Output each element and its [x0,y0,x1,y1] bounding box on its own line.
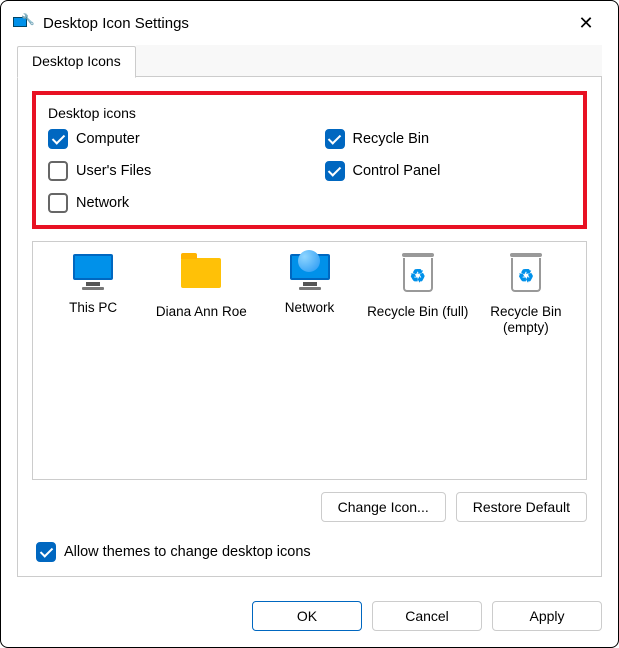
check-users-files[interactable]: User's Files [48,161,295,181]
allow-themes-checkbox[interactable]: Allow themes to change desktop icons [32,542,587,562]
tab-desktop-icons[interactable]: Desktop Icons [17,46,136,78]
tab-panel: Desktop icons Computer Recycle Bin User'… [17,77,602,577]
recycle-bin-empty-icon: ♻ [502,258,550,298]
change-icon-button[interactable]: Change Icon... [321,492,446,522]
checkbox-label: Network [76,195,129,211]
icon-item-recycle-empty[interactable]: ♻ Recycle Bin (empty) [474,254,578,467]
cancel-button[interactable]: Cancel [372,601,482,631]
icon-label: Recycle Bin (empty) [474,304,578,336]
icon-item-this-pc[interactable]: This PC [41,254,145,467]
app-icon: 🔧 [13,13,33,33]
icon-item-recycle-full[interactable]: ♻ Recycle Bin (full) [366,254,470,467]
check-control-panel[interactable]: Control Panel [325,161,572,181]
checkbox-label: Control Panel [353,163,441,179]
close-button[interactable]: ✕ [566,7,606,39]
icon-preview-well: This PC Diana Ann Roe Network ♻ Recycle … [32,241,587,480]
check-computer[interactable]: Computer [48,129,295,149]
desktop-icons-group: Desktop icons Computer Recycle Bin User'… [32,91,587,229]
restore-default-button[interactable]: Restore Default [456,492,587,522]
icon-buttons-row: Change Icon... Restore Default [32,492,587,522]
close-icon: ✕ [578,13,593,34]
folder-icon [177,258,225,298]
dialog-footer: OK Cancel Apply [1,587,618,647]
checkbox-label: User's Files [76,163,151,179]
icon-label: Network [257,300,361,316]
checkbox-icon [48,193,68,213]
icon-item-user-folder[interactable]: Diana Ann Roe [149,254,253,467]
icon-label: Recycle Bin (full) [366,304,470,320]
tabstrip: Desktop Icons [17,45,602,77]
checkbox-icon [48,161,68,181]
checkbox-label: Allow themes to change desktop icons [64,544,311,560]
content-area: Desktop Icons Desktop icons Computer Rec… [1,45,618,587]
checkbox-icon [325,129,345,149]
tabstrip-filler [136,45,602,77]
apply-button[interactable]: Apply [492,601,602,631]
check-recycle-bin[interactable]: Recycle Bin [325,129,572,149]
checkbox-icon [48,129,68,149]
dialog-window: 🔧 Desktop Icon Settings ✕ Desktop Icons … [0,0,619,648]
titlebar: 🔧 Desktop Icon Settings ✕ [1,1,618,45]
checkbox-icon [36,542,56,562]
ok-button[interactable]: OK [252,601,362,631]
checkbox-grid: Computer Recycle Bin User's Files Contro… [48,129,571,213]
monitor-icon [69,254,117,294]
check-network[interactable]: Network [48,193,295,213]
network-icon [286,254,334,294]
icon-item-network[interactable]: Network [257,254,361,467]
checkbox-icon [325,161,345,181]
icon-label: Diana Ann Roe [149,304,253,320]
checkbox-label: Recycle Bin [353,131,430,147]
checkbox-label: Computer [76,131,140,147]
icon-label: This PC [41,300,145,316]
window-title: Desktop Icon Settings [43,15,566,32]
group-legend: Desktop icons [48,105,571,121]
recycle-bin-full-icon: ♻ [394,258,442,298]
